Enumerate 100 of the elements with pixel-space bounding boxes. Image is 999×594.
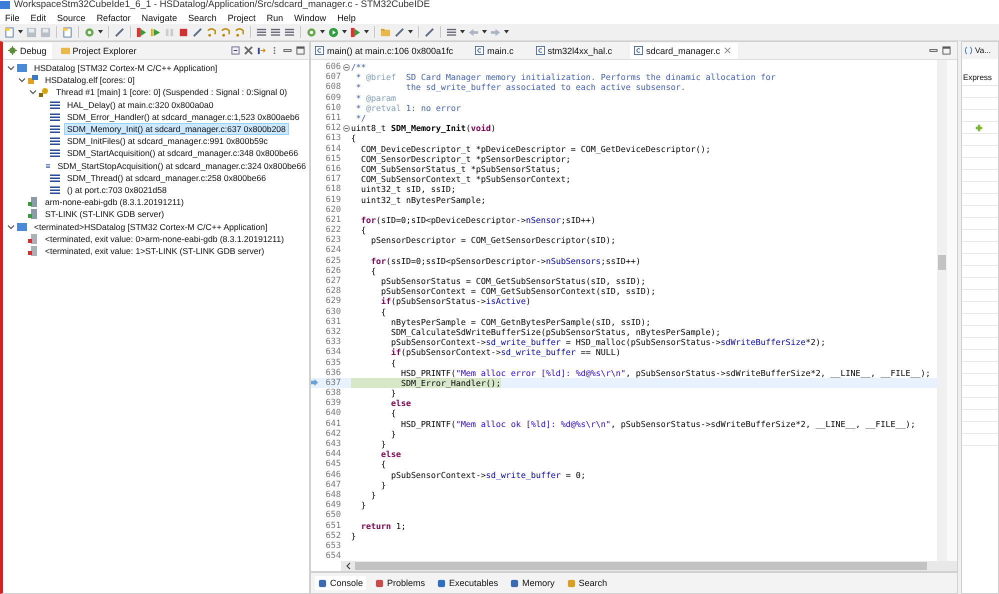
menu-item[interactable]: Help xyxy=(337,12,356,22)
editor-tab[interactable]: main.c xyxy=(471,42,528,58)
editor-tab[interactable]: main() at main.c:106 0x800a1fc xyxy=(311,42,468,58)
menu-item[interactable]: Run xyxy=(266,12,284,22)
chevron-icon[interactable] xyxy=(7,222,15,231)
new-file-icon[interactable] xyxy=(4,26,15,38)
step-return-icon[interactable] xyxy=(234,26,245,38)
list-icon[interactable] xyxy=(284,26,295,38)
debug-tree-item[interactable]: arm-none-eabi-gdb (8.3.1.20191211) xyxy=(42,196,187,208)
view-tab[interactable]: Executables xyxy=(434,576,502,590)
menu-item[interactable]: Search xyxy=(188,12,217,22)
code-line: * @brief SD Card Manager memory initialization. Performs the dinamic allocation for xyxy=(354,72,776,82)
minimize-icon[interactable] xyxy=(929,46,938,55)
caret-icon[interactable] xyxy=(320,30,325,34)
view-tab[interactable]: Problems xyxy=(372,576,428,590)
line-number: 639 xyxy=(324,398,341,408)
code-line: } xyxy=(351,530,356,541)
view-tab[interactable]: Search xyxy=(564,576,610,590)
debug-tree-item[interactable]: HSDatalog [STM32 Cortex-M C/C++ Application] xyxy=(31,62,220,74)
collapse-all-icon[interactable] xyxy=(231,46,240,55)
caret-icon[interactable] xyxy=(18,30,23,34)
fold-icon[interactable] xyxy=(342,64,350,71)
list-icon[interactable] xyxy=(270,26,281,38)
stop-icon[interactable] xyxy=(178,26,189,38)
step-over-icon[interactable] xyxy=(220,26,231,38)
line-number: 607 xyxy=(324,72,341,82)
horizontal-scrollbar[interactable] xyxy=(341,561,957,571)
code-line: COM_DeviceDescriptor_t *pDeviceDescriptor = COM_GetDeviceDescriptor(); xyxy=(360,144,711,154)
line-number: 643 xyxy=(324,439,341,450)
menu-item[interactable]: Navigate xyxy=(142,12,178,22)
debug-tree-item[interactable]: SDM_StartStopAcquisition() at sdcard_manager.c:324 0x800be66 xyxy=(54,160,309,172)
view-tab[interactable]: Debug xyxy=(3,42,52,58)
step-into-icon[interactable] xyxy=(206,26,217,38)
line-number: 648 xyxy=(324,490,341,500)
code-line: */ xyxy=(354,113,366,124)
debug-tree-item[interactable]: ST-LINK (ST-LINK GDB server) xyxy=(42,208,168,220)
remove-terminated-icon[interactable] xyxy=(244,46,253,55)
debug-tree-item[interactable]: <terminated, exit value: 0>arm-none-eabi-gdb (8.3.1.20191211) xyxy=(42,232,287,245)
code-line: pSubSensorStatus = COM_GetSubSensorStatus(sID, ssID); xyxy=(380,276,646,286)
chevron-icon[interactable] xyxy=(18,76,26,84)
view-tab[interactable]: Console xyxy=(315,576,366,590)
line-number: 642 xyxy=(324,428,341,439)
caret-icon[interactable] xyxy=(408,30,413,34)
line-number: 629 xyxy=(324,296,341,306)
menu-item[interactable]: Project xyxy=(228,12,256,22)
debug-tree-item[interactable]: SDM_Thread() at sdcard_manager.c:258 0x800be66 xyxy=(64,172,269,184)
maximize-icon[interactable] xyxy=(942,46,951,55)
stack-frame-icon xyxy=(50,172,60,183)
editor-tab[interactable]: sdcard_manager.c xyxy=(630,42,738,58)
debug-tree-item[interactable]: HSDatalog.elf [cores: 0] xyxy=(42,74,138,86)
code-line: HSD_PRINTF("Mem alloc ok [%ld]: %d@%s\r\n", pSubSensorStatus->sdWriteBufferSize*2, __LINE__, __FILE__); xyxy=(400,418,916,429)
process-icon xyxy=(28,197,38,208)
code-line: pSubSensorContext = COM_GetSubSensorContext(sID, ssID); xyxy=(380,286,656,296)
menu-item[interactable]: File xyxy=(5,12,20,22)
code-line: COM_SubSensorStatus_t *pSubSensorStatus; xyxy=(360,164,561,174)
debug-tree-item[interactable]: SDM_StartAcquisition() at sdcard_manager.c:348 0x800be66 xyxy=(64,147,302,160)
caret-icon[interactable] xyxy=(342,30,347,34)
scroll-left-icon[interactable] xyxy=(345,562,351,570)
view-tab[interactable]: Project Explorer xyxy=(56,42,142,58)
binary-icon xyxy=(28,75,38,86)
code-line: } xyxy=(370,490,376,500)
vertical-scrollbar[interactable] xyxy=(937,60,947,561)
caret-icon[interactable] xyxy=(98,30,103,34)
chevron-icon[interactable] xyxy=(7,64,15,72)
menu-item[interactable]: Edit xyxy=(30,12,46,22)
view-tab[interactable]: Memory xyxy=(507,576,558,590)
debug-tree-item[interactable]: HAL_Delay() at main.c:320 0x800a0a0 xyxy=(64,98,216,111)
caret-icon[interactable] xyxy=(482,30,487,34)
caret-icon[interactable] xyxy=(364,30,369,34)
column-header: Express xyxy=(962,73,998,86)
debug-tree-item[interactable]: <terminated>HSDatalog [STM32 Cortex-M C/C++ Application] xyxy=(31,220,270,233)
caret-icon[interactable] xyxy=(504,30,509,34)
line-number: 649 xyxy=(324,500,341,510)
view-tab[interactable]: Va... xyxy=(962,42,998,59)
debug-tree-item[interactable]: Thread #1 [main] 1 [core: 0] (Suspended : Signal : 0:Signal 0) xyxy=(53,86,290,98)
line-number: 631 xyxy=(324,316,341,327)
restart-icon[interactable] xyxy=(136,26,147,38)
maximize-icon[interactable] xyxy=(296,46,305,55)
line-number: 614 xyxy=(324,144,341,154)
caret-icon[interactable] xyxy=(460,30,465,34)
minimize-icon[interactable] xyxy=(283,46,292,55)
debug-tree-item[interactable]: <terminated, exit value: 1>ST-LINK (ST-LINK GDB server) xyxy=(42,244,268,257)
stack-frame-icon xyxy=(50,112,60,122)
menu-item[interactable]: Refactor xyxy=(96,12,131,22)
line-number: 640 xyxy=(324,408,341,418)
resume-icon[interactable] xyxy=(150,26,161,38)
debug-tree-item[interactable]: () at port.c:703 0x8021d58 xyxy=(64,184,170,196)
line-number: 612 xyxy=(324,123,341,134)
close-icon[interactable] xyxy=(723,46,732,55)
line-number: 651 xyxy=(324,520,341,531)
chevron-icon[interactable] xyxy=(29,88,37,96)
debug-tree-item[interactable]: SDM_Error_Handler() at sdcard_manager.c:1,523 0x800aeb6 xyxy=(64,110,302,123)
editor-tab[interactable]: stm32l4xx_hal.c xyxy=(532,42,626,58)
debug-tree-item[interactable]: SDM_Memory_Init() at sdcard_manager.c:637 0x800b208 xyxy=(64,123,289,136)
line-number: 613 xyxy=(324,133,341,144)
code-line: { xyxy=(390,358,396,368)
fold-icon[interactable] xyxy=(342,124,350,132)
menu-item[interactable]: Window xyxy=(294,12,326,22)
debug-tree-item[interactable]: SDM_InitFiles() at sdcard_manager.c:991 0x800b59c xyxy=(64,135,271,148)
menu-item[interactable]: Source xyxy=(57,12,86,22)
